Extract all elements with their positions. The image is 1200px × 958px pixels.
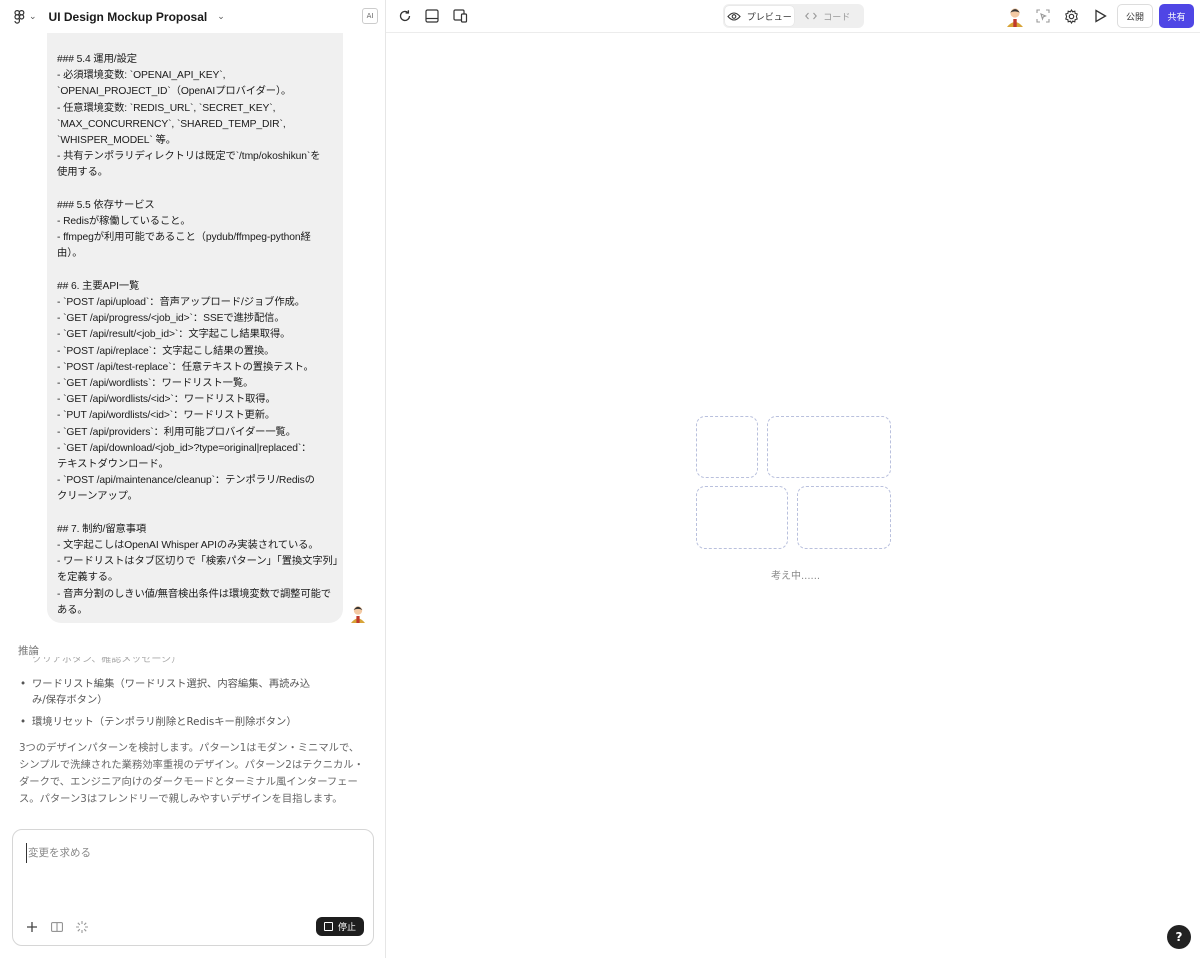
publish-button[interactable]: 公開 [1117, 4, 1153, 28]
gear-icon[interactable] [1062, 7, 1080, 25]
message-line: ## 7. 制約/留意事項 [57, 523, 147, 535]
preview-toolbar: プレビュー コード 公開 共有 [386, 0, 1200, 33]
placeholder-block [797, 486, 891, 549]
inspect-element-icon[interactable] [1034, 7, 1052, 25]
message-line: 由）。 [57, 248, 83, 260]
message-line: `WHISPER_MODEL` 等。 [57, 135, 176, 147]
message-line: - Redisが稼働していること。 [57, 216, 191, 228]
view-mode-toggle: プレビュー コード [723, 4, 864, 28]
responsive-view-icon[interactable] [451, 7, 469, 25]
tab-code-label: コード [823, 12, 851, 23]
share-button[interactable]: 共有 [1159, 4, 1194, 28]
figma-logo-icon [14, 9, 25, 24]
message-line: - `POST /api/upload`：音声アップロード/ジョブ作成。 [57, 297, 305, 309]
project-title[interactable]: UI Design Mockup Proposal [49, 10, 208, 24]
message-line: - 任意環境変数: `REDIS_URL`, `SECRET_KEY`, [57, 102, 276, 114]
thinking-label: 考え中...... [771, 571, 821, 582]
chat-scroll-area[interactable]: ### 5.4 運用/設定 - 必須環境変数: `OPENAI_API_KEY`,… [0, 33, 386, 823]
user-avatar[interactable] [1004, 5, 1026, 27]
message-line: - 必須環境変数: `OPENAI_API_KEY`, [57, 70, 226, 82]
message-line: ある。 [57, 604, 88, 616]
prompt-composer: 停止 [12, 829, 374, 946]
message-line: ### 5.4 運用/設定 [57, 54, 137, 65]
eye-icon [727, 11, 741, 21]
message-line: ### 5.5 依存サービス [57, 199, 155, 211]
ai-badge[interactable]: AI [362, 8, 378, 24]
preview-panel: プレビュー コード 公開 共有 考え中...... ? [386, 0, 1200, 958]
message-line: - `POST /api/test-replace`：任意テキストの置換テスト。 [57, 361, 314, 373]
stop-label: 停止 [337, 923, 356, 933]
reasoning-list: ワードリスト編集（ワードリスト選択、内容編集、再読み込み/保存ボタン） 環境リセ… [18, 676, 368, 736]
tab-preview[interactable]: プレビュー [725, 6, 794, 26]
message-line: - `GET /api/progress/<job_id>`：SSEで進捗配信。 [57, 313, 285, 325]
chat-header: ⌄ UI Design Mockup Proposal ⌄ AI [0, 0, 386, 33]
stop-icon [323, 922, 333, 931]
message-line: - `POST /api/replace`：文字起こし結果の置換。 [57, 345, 275, 357]
message-line [57, 263, 333, 279]
chevron-down-icon[interactable]: ⌄ [217, 12, 225, 22]
message-line: - 音声分割のしきい値/無音検出条件は環境変数で調整可能で [57, 588, 331, 600]
user-message-bubble: ### 5.4 運用/設定 - 必須環境変数: `OPENAI_API_KEY`,… [47, 33, 343, 623]
code-icon [805, 12, 818, 20]
message-line: - `GET /api/download/<job_id>?type=origi… [57, 442, 312, 454]
placeholder-block [696, 416, 758, 478]
play-icon[interactable] [1091, 7, 1109, 25]
reasoning-cut-text: クリアボタン、確認メッセージ） [32, 657, 182, 665]
message-line: - ffmpegが利用可能であること（pydub/ffmpeg-python経 [57, 232, 311, 244]
message-line: クリーンアップ。 [57, 491, 138, 503]
list-item: 環境リセット（テンポラリ削除とRedisキー削除ボタン） [18, 714, 368, 730]
chat-panel: ⌄ UI Design Mockup Proposal ⌄ AI ### 5.4… [0, 0, 386, 958]
placeholder-block [696, 486, 788, 549]
message-line: ## 6. 主要API一覧 [57, 280, 140, 292]
sparkle-icon[interactable] [74, 919, 90, 935]
user-avatar [348, 603, 368, 623]
message-line [57, 182, 333, 198]
list-item: ワードリスト編集（ワードリスト選択、内容編集、再読み込み/保存ボタン） [18, 676, 318, 708]
message-line: - `PUT /api/wordlists/<id>`：ワードリスト更新。 [57, 410, 276, 422]
message-line: - 共有テンポラリディレクトリは既定で`/tmp/okoshikun`を [57, 151, 321, 163]
message-line: - ワードリストはタブ区切りで「検索パターン」「置換文字列」 [57, 556, 343, 568]
tab-preview-label: プレビュー [746, 12, 792, 23]
add-icon[interactable] [24, 919, 40, 935]
tab-code[interactable]: コード [794, 6, 863, 26]
message-line: - `POST /api/maintenance/cleanup`：テンポラリ/… [57, 475, 315, 487]
prompt-input[interactable] [26, 843, 356, 863]
help-button[interactable]: ? [1167, 925, 1191, 949]
message-line: - `GET /api/wordlists/<id>`：ワードリスト取得。 [57, 394, 276, 406]
layout-panel-icon[interactable] [423, 7, 441, 25]
message-line: - `GET /api/providers`：利用可能プロバイダー一覧。 [57, 426, 296, 438]
message-line: `MAX_CONCURRENCY`, `SHARED_TEMP_DIR`, [57, 118, 286, 130]
message-line: - 文字起こしはOpenAI Whisper APIのみ実装されている。 [57, 540, 319, 552]
message-line: テキストダウンロード。 [57, 459, 169, 471]
reasoning-paragraph: 3つのデザインパターンを検討します。パターン1はモダン・ミニマルで、シンプルで洗… [19, 742, 364, 805]
message-line [57, 506, 333, 522]
reasoning-label[interactable]: 推論 [18, 643, 39, 658]
message-line: - `GET /api/wordlists`：ワードリスト一覧。 [57, 378, 254, 390]
message-line: - `GET /api/result/<job_id>`：文字起こし結果取得。 [57, 329, 291, 341]
placeholder-block [767, 416, 891, 478]
message-line: 使用する。 [57, 167, 108, 179]
message-line: を定義する。 [57, 572, 119, 584]
chevron-down-icon: ⌄ [29, 11, 37, 22]
app-menu-button[interactable]: ⌄ [14, 9, 37, 24]
book-icon[interactable] [49, 919, 65, 935]
message-line: `OPENAI_PROJECT_ID`（OpenAIプロバイダー）。 [57, 86, 292, 98]
refresh-icon[interactable] [396, 7, 414, 25]
stop-button[interactable]: 停止 [315, 917, 364, 936]
